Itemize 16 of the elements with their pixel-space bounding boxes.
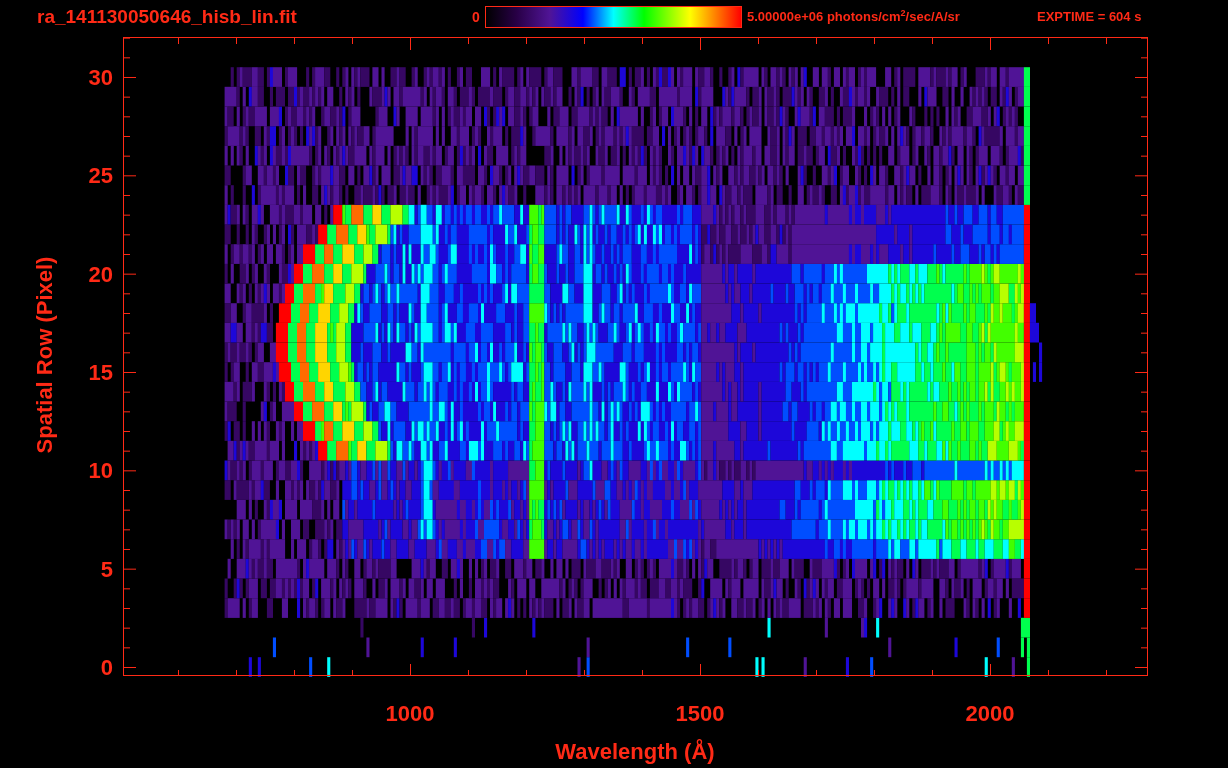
y-tick-label: 10 [88,458,113,484]
y-tick-label: 25 [88,163,113,189]
y-tick-label: 5 [100,556,113,582]
y-tick-label: 20 [88,261,113,287]
y-tick-label: 0 [100,655,113,680]
plot-title: ra_141130050646_hisb_lin.fit [37,5,298,28]
y-axis-label: Spatial Row (Pixel) [32,256,57,454]
exposure-time-label: EXPTIME = 604 s [1037,9,1142,24]
colorbar-min-label: 0 [472,8,481,25]
x-axis-label: Wavelength (Å) [555,739,715,764]
y-tick-label: 15 [88,360,113,385]
x-tick-label: 1000 [385,701,435,726]
colorbar-max-label: 5.00000e+06 photons/cm$^{2}$/sec/A/sr [747,8,961,25]
x-tick-label: 1500 [675,701,725,726]
x-tick-label: 2000 [965,701,1015,726]
y-tick-label: 30 [88,65,113,90]
